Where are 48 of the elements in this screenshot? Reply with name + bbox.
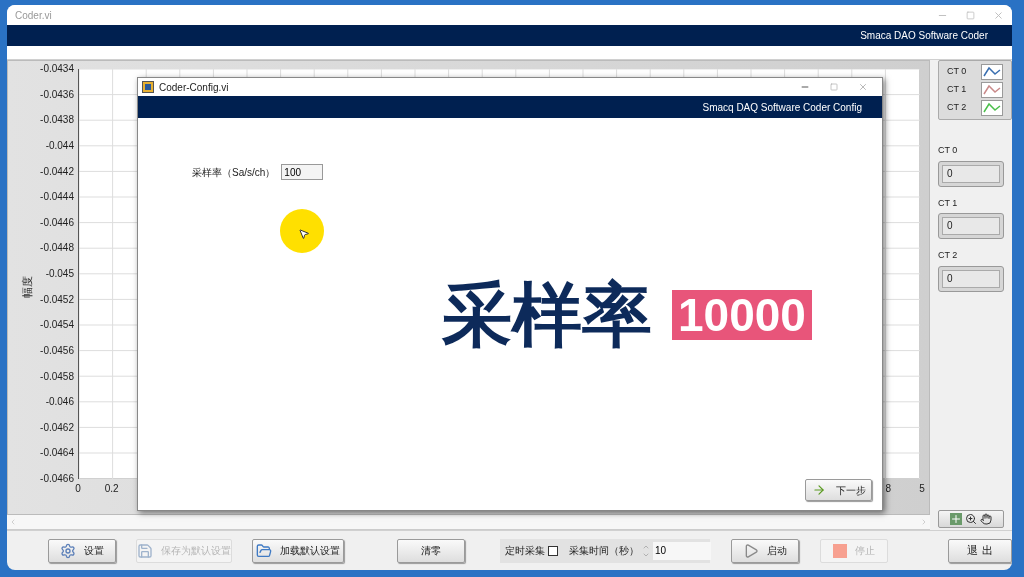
caption-value: 10000 bbox=[672, 290, 812, 340]
acquisition-time-field[interactable]: 10 bbox=[653, 541, 711, 560]
axis-tick-label: -0.0454 bbox=[40, 319, 74, 332]
axis-tick-label: 0.2 bbox=[104, 482, 119, 496]
axis-tick-label: 0 bbox=[75, 482, 81, 496]
indicator-field: 0 bbox=[938, 265, 1004, 292]
caption-title: 采样率 bbox=[442, 280, 652, 350]
window-title: Coder-Config.vi bbox=[159, 80, 229, 95]
axis-tick-label: -0.0446 bbox=[40, 216, 74, 229]
indicator-label: CT 1 bbox=[938, 196, 959, 210]
indicator-field: 0 bbox=[938, 213, 1004, 239]
banner-title: Smacq DAQ Software Coder Config bbox=[702, 100, 862, 115]
indicator-label: CT 0 bbox=[938, 144, 959, 157]
banner-title: Smaca DAO Software Coder bbox=[860, 29, 988, 43]
axis-tick-label: -0.0456 bbox=[40, 344, 74, 357]
axis-tick-label: -0.0438 bbox=[40, 114, 74, 127]
axis-tick-label: -0.0436 bbox=[40, 88, 74, 101]
axis-label: 幅度 bbox=[19, 276, 34, 299]
axis-tick-label: -0.0448 bbox=[40, 242, 74, 255]
legend-label: CT 0 bbox=[947, 65, 967, 79]
window-title: Coder.vi bbox=[15, 8, 52, 23]
axis-tick-label: -0.045 bbox=[45, 268, 74, 280]
next-button[interactable]: 下一步 bbox=[805, 479, 872, 501]
axis-tick-label: -0.0452 bbox=[40, 293, 74, 306]
toolbar-button[interactable]: 清零 bbox=[397, 538, 465, 563]
timed-acquisition-label: 定时采集 bbox=[505, 544, 545, 558]
axis-tick-label: -0.0434 bbox=[40, 63, 74, 75]
axis-tick-label: -0.046 bbox=[45, 396, 74, 409]
indicator-label: CT 2 bbox=[938, 249, 959, 262]
axis-tick-label: -0.0466 bbox=[40, 473, 74, 485]
toolbar-button[interactable]: 加载默认设置 bbox=[252, 538, 344, 563]
axis-tick-label: -0.0442 bbox=[40, 165, 74, 178]
sample-rate-label: 采样率（Sa/s/ch） bbox=[192, 165, 276, 180]
axis-tick-label: -0.0464 bbox=[40, 447, 74, 460]
axis-tick-label: -0.044 bbox=[45, 139, 74, 152]
axis-tick-label: -0.0444 bbox=[40, 191, 74, 204]
axis-tick-label: 8 bbox=[885, 482, 892, 496]
exit-button[interactable]: 退 出 bbox=[948, 538, 1012, 563]
legend-label: CT 1 bbox=[947, 83, 967, 97]
acquisition-time-label: 采集时间（秒） bbox=[569, 544, 639, 558]
sample-rate-field[interactable]: 100 bbox=[281, 164, 324, 180]
legend-label: CT 2 bbox=[947, 101, 967, 115]
toolbar-button[interactable]: 启动 bbox=[731, 538, 799, 563]
toolbar-button[interactable]: 设置 bbox=[48, 538, 116, 563]
axis-tick-label: -0.0462 bbox=[40, 421, 74, 434]
indicator-field: 0 bbox=[938, 160, 1004, 187]
axis-tick-label: -0.0458 bbox=[40, 370, 74, 383]
axis-tick-label: 5 bbox=[919, 482, 925, 496]
